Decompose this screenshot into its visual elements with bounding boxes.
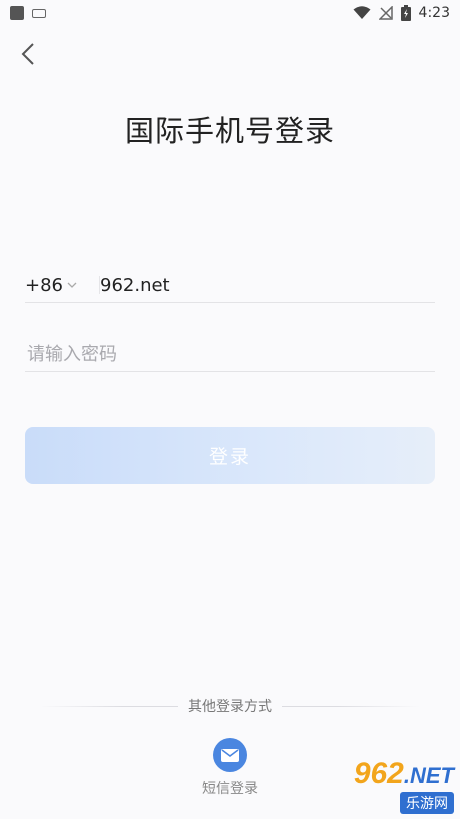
password-input[interactable]	[25, 342, 435, 366]
wifi-icon	[353, 6, 371, 19]
keyboard-icon	[32, 8, 46, 18]
status-left	[10, 6, 46, 20]
sms-login-button[interactable]	[213, 738, 247, 772]
no-signal-icon	[378, 6, 393, 20]
sms-login-label: 短信登录	[202, 781, 258, 797]
status-time: 4:23	[418, 5, 450, 21]
watermark-bottom: 乐游网	[400, 792, 454, 814]
app-notification-icon	[10, 6, 24, 20]
page-title: 国际手机号登录	[124, 114, 335, 148]
country-code-label: +86	[25, 274, 63, 296]
other-login-label: 其他登录方式	[188, 699, 272, 715]
other-login-divider: 其他登录方式	[40, 696, 420, 716]
country-code-selector[interactable]: +86	[25, 275, 99, 296]
watermark-logo: 962.NET 乐游网	[326, 759, 454, 814]
watermark-number: 962	[353, 757, 404, 790]
sms-login-option[interactable]: 短信登录	[190, 738, 270, 798]
status-bar: 4:23	[0, 0, 460, 26]
watermark-suffix: .NET	[403, 763, 454, 788]
chevron-left-icon	[21, 43, 34, 65]
status-right: 4:23	[353, 5, 450, 21]
password-row	[25, 337, 435, 372]
envelope-icon	[221, 748, 239, 762]
phone-row: +86	[25, 268, 435, 303]
phone-input[interactable]	[100, 274, 400, 296]
chevron-down-icon	[67, 282, 77, 288]
login-button[interactable]: 登录	[25, 427, 435, 484]
back-button[interactable]	[14, 38, 42, 70]
divider-line-left	[40, 705, 178, 707]
divider-line-right	[282, 705, 420, 707]
battery-charging-icon	[400, 5, 411, 21]
watermark-top: 962.NET	[354, 759, 454, 791]
